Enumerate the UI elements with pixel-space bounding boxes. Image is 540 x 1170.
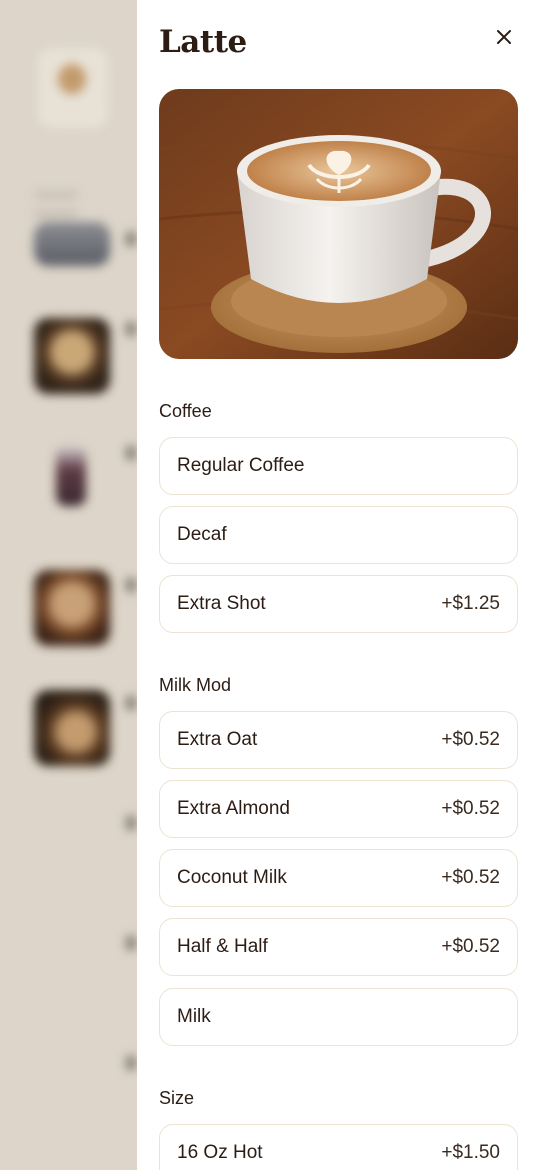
background-text [126,232,136,246]
background-text [126,816,136,830]
background-tabs [34,184,137,218]
option-label: 16 Oz Hot [177,1142,263,1163]
option-label: Extra Almond [177,798,290,819]
option-extra-almond[interactable]: Extra Almond +$0.52 [159,780,518,838]
item-title: Latte [159,24,247,60]
background-blur [0,0,137,1170]
background-text [126,696,136,710]
option-regular-coffee[interactable]: Regular Coffee [159,437,518,495]
option-16-oz-hot[interactable]: 16 Oz Hot +$1.50 [159,1124,518,1170]
close-button[interactable] [489,22,519,52]
option-label: Decaf [177,524,227,545]
option-extra-shot[interactable]: Extra Shot +$1.25 [159,575,518,633]
option-half-and-half[interactable]: Half & Half +$0.52 [159,918,518,976]
item-photo [159,89,518,359]
option-label: Half & Half [177,936,268,957]
item-detail-sheet: Latte Coffee Regular Coffee Decaf Extra … [137,0,540,1170]
option-price: +$0.52 [441,867,500,888]
option-price: +$0.52 [441,729,500,750]
menu-thumbnail [34,690,110,766]
option-label: Extra Shot [177,593,266,614]
section-title-milk-mod: Milk Mod [159,675,232,695]
menu-thumbnail [56,446,86,506]
brand-logo [38,48,108,128]
option-milk[interactable]: Milk [159,988,518,1046]
option-label: Milk [177,1006,211,1027]
option-price: +$0.52 [441,798,500,819]
background-text [126,446,136,460]
background-text [126,936,136,950]
option-price: +$1.25 [441,593,500,614]
option-label: Coconut Milk [177,867,287,888]
background-text [126,322,136,336]
option-coconut-milk[interactable]: Coconut Milk +$0.52 [159,849,518,907]
background-text [126,1056,136,1070]
option-price: +$1.50 [441,1142,500,1163]
option-label: Regular Coffee [177,455,305,476]
menu-thumbnail [34,570,110,646]
option-label: Extra Oat [177,729,258,750]
background-app [0,0,137,1170]
close-icon [497,30,511,44]
menu-thumbnail [34,318,110,394]
section-title-size: Size [159,1088,195,1108]
section-title-coffee: Coffee [159,401,212,421]
menu-thumbnail [34,222,110,266]
background-text [126,578,136,592]
option-extra-oat[interactable]: Extra Oat +$0.52 [159,711,518,769]
option-price: +$0.52 [441,936,500,957]
option-decaf[interactable]: Decaf [159,506,518,564]
